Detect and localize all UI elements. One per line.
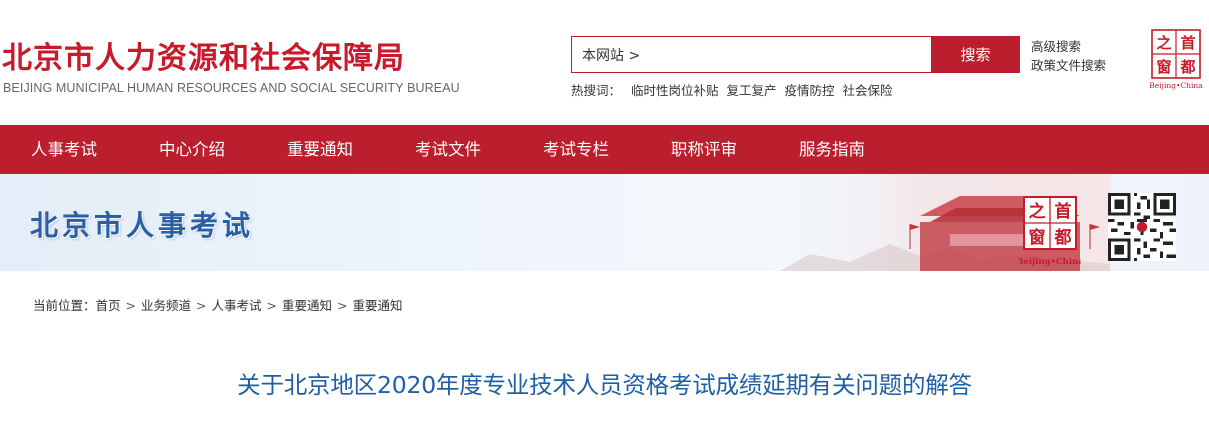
- badge-char: 都: [1179, 58, 1195, 76]
- nav-item-notices[interactable]: 重要通知: [287, 125, 353, 174]
- nav-item-guide[interactable]: 服务指南: [799, 125, 865, 174]
- nav-item-center[interactable]: 中心介绍: [159, 125, 225, 174]
- search-input[interactable]: [571, 36, 931, 73]
- hot-search-link[interactable]: 复工复产: [727, 83, 777, 98]
- hot-search-link[interactable]: 疫情防控: [785, 83, 835, 98]
- badge-caption: Beijing•China: [1019, 257, 1081, 267]
- breadcrumb-separator: >: [196, 298, 207, 313]
- hot-search-link[interactable]: 社会保险: [843, 83, 893, 98]
- nav-item-documents[interactable]: 考试文件: [415, 125, 481, 174]
- badge-char: 窗: [1029, 227, 1046, 248]
- breadcrumb-separator: >: [266, 298, 278, 313]
- badge-char: 窗: [1156, 58, 1171, 76]
- site-subtitle: BEIJING MUNICIPAL HUMAN RESOURCES AND SO…: [3, 81, 460, 95]
- advanced-search-links: 高级搜索 政策文件搜索: [1031, 37, 1106, 75]
- badge-caption: Beijing•China: [1149, 81, 1203, 90]
- capital-window-badge[interactable]: 首 都 之 窗 Beijing•China: [1019, 194, 1081, 268]
- breadcrumb-home[interactable]: 首页: [96, 298, 121, 313]
- badge-char: 首: [1055, 201, 1072, 222]
- nav-item-titles[interactable]: 职称评审: [671, 125, 737, 174]
- badge-char: 之: [1029, 201, 1046, 222]
- site-title[interactable]: 北京市人力资源和社会保障局: [2, 33, 405, 77]
- capital-window-logo[interactable]: 首 都 之 窗 Beijing•China: [1146, 27, 1204, 91]
- banner-title: 北京市人事考试: [30, 209, 255, 242]
- hot-search-label: 热搜词：: [571, 83, 622, 98]
- main-nav: 人事考试 中心介绍 重要通知 考试文件 考试专栏 职称评审 服务指南: [0, 125, 1209, 174]
- breadcrumb-separator: >: [337, 298, 348, 313]
- breadcrumb: 当前位置：首页 > 业务频道 > 人事考试 > 重要通知 > 重要通知: [33, 295, 403, 314]
- breadcrumb-item[interactable]: 人事考试: [212, 298, 262, 313]
- breadcrumb-item[interactable]: 重要通知: [282, 298, 332, 313]
- article-title: 关于北京地区2020年度专业技术人员资格考试成绩延期有关问题的解答: [237, 371, 972, 399]
- policy-search-link[interactable]: 政策文件搜索: [1031, 56, 1106, 75]
- qr-code: [1108, 193, 1176, 261]
- breadcrumb-item[interactable]: 业务频道: [141, 298, 191, 313]
- header: 北京市人力资源和社会保障局 BEIJING MUNICIPAL HUMAN RE…: [0, 0, 1209, 125]
- badge-char: 首: [1180, 34, 1195, 52]
- badge-char: 之: [1156, 34, 1171, 52]
- advanced-search-link[interactable]: 高级搜索: [1031, 37, 1106, 56]
- breadcrumb-label: 当前位置：: [33, 298, 96, 313]
- breadcrumb-item[interactable]: 重要通知: [353, 298, 403, 313]
- nav-item-columns[interactable]: 考试专栏: [543, 125, 609, 174]
- search-button[interactable]: 搜索: [931, 36, 1020, 73]
- hot-search-bar: 热搜词： 临时性岗位补贴 复工复产 疫情防控 社会保险: [571, 80, 897, 99]
- badge-char: 都: [1054, 227, 1072, 248]
- breadcrumb-separator: >: [125, 298, 137, 313]
- nav-item-exam[interactable]: 人事考试: [31, 125, 97, 174]
- hot-search-link[interactable]: 临时性岗位补贴: [631, 83, 719, 98]
